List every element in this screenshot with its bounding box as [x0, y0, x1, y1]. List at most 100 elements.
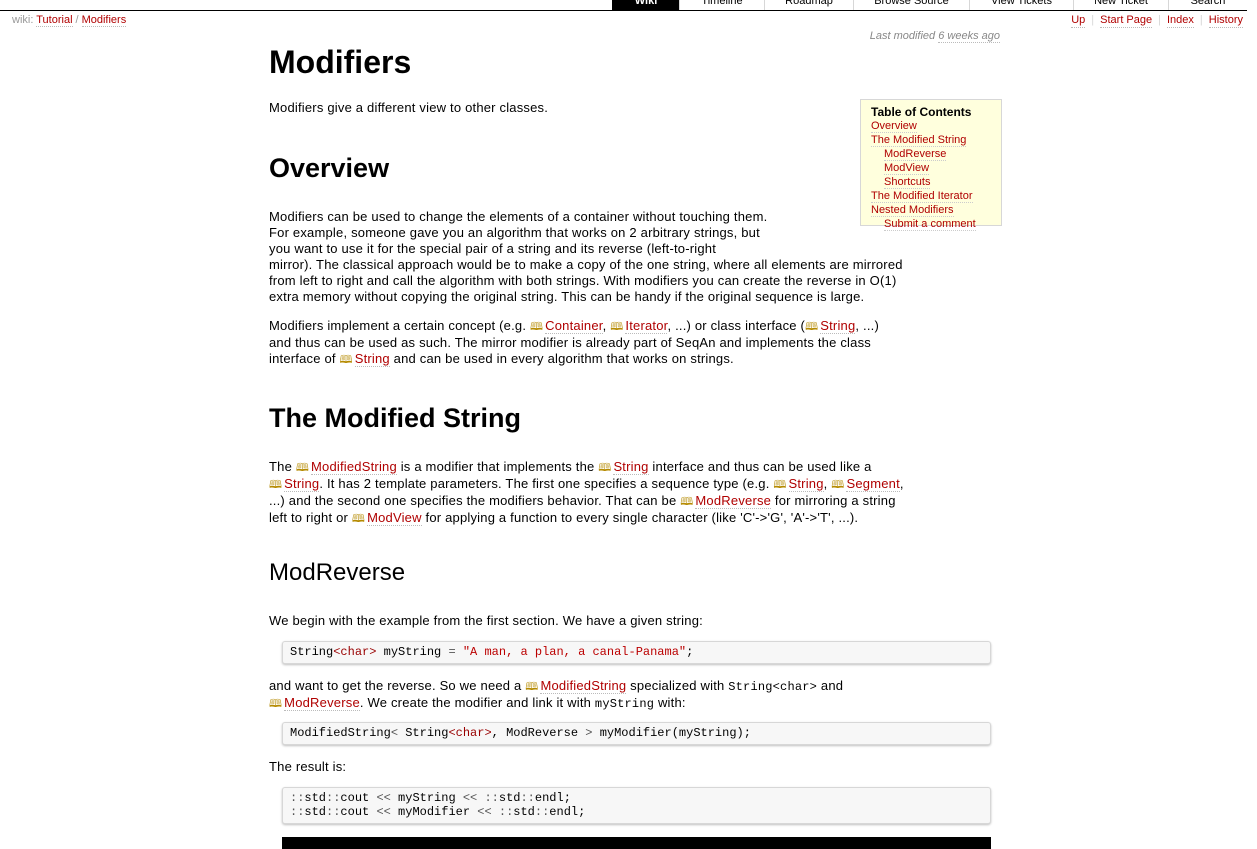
nav-timeline[interactable]: Timeline	[679, 0, 764, 10]
breadcrumb: wiki: Tutorial / Modifiers	[12, 13, 127, 27]
text-line: ...) and the second one specifies the mo…	[269, 493, 1004, 510]
text: . It has 2 template parameters. The firs…	[319, 476, 774, 491]
text: and	[817, 678, 844, 693]
text-line: extra memory without copying the origina…	[269, 289, 865, 304]
doc-book-icon: 🕮	[773, 479, 787, 491]
toc-item-modified-string[interactable]: The Modified String	[871, 134, 967, 147]
code-token: endl;	[534, 791, 571, 805]
code-token: ;	[686, 645, 694, 659]
link-container[interactable]: Container	[545, 318, 603, 334]
link-modreverse[interactable]: ModReverse	[284, 695, 360, 711]
context-navigation: Up | Start Page | Index | History	[1071, 13, 1243, 28]
link-string[interactable]: String	[354, 351, 390, 367]
toc-item-modified-iterator[interactable]: The Modified Iterator	[871, 190, 973, 203]
code-token: >	[484, 726, 492, 740]
text: interface of	[269, 351, 340, 366]
doc-book-icon: 🕮	[598, 462, 612, 474]
ctx-start-page-link[interactable]: Start Page	[1100, 13, 1153, 28]
heading-overview: Overview	[269, 153, 390, 183]
text: ,	[899, 476, 904, 491]
toc-item-shortcuts[interactable]: Shortcuts	[884, 176, 931, 189]
text: , ...)	[855, 318, 880, 333]
ctx-up-link[interactable]: Up	[1071, 13, 1086, 28]
code-token: myString	[390, 791, 463, 805]
last-modified-prefix: Last modified	[869, 30, 936, 42]
link-modview[interactable]: ModView	[367, 510, 422, 526]
code-token: std	[304, 805, 327, 819]
link-string[interactable]: String	[820, 318, 856, 334]
heading-modified-string: The Modified String	[269, 403, 521, 433]
code-token: <	[390, 726, 399, 740]
link-modreverse[interactable]: ModReverse	[695, 493, 772, 509]
code-block-1: String<char> myString = "A man, a plan, …	[282, 641, 991, 664]
breadcrumb-modifiers[interactable]: Modifiers	[81, 14, 127, 27]
inline-code: myString	[594, 697, 655, 711]
last-modified-age-link[interactable]: 6 weeks ago	[938, 30, 1000, 43]
nav-roadmap[interactable]: Roadmap	[764, 0, 853, 10]
link-string[interactable]: String	[284, 476, 320, 492]
modified-string-paragraph: The 🕮 ModifiedString is a modifier that i…	[269, 459, 1004, 527]
ctx-index-link[interactable]: Index	[1166, 13, 1194, 28]
code-token: myModifier	[390, 805, 478, 819]
text: interface and thus can be used like a	[648, 459, 872, 474]
link-modifiedstring[interactable]: ModifiedString	[311, 459, 397, 475]
link-segment[interactable]: Segment	[846, 476, 900, 492]
text-line: For example, someone gave you an algorit…	[269, 225, 760, 240]
text-line: from left to right and call the algorith…	[269, 273, 897, 288]
nav-view-tickets[interactable]: View Tickets	[969, 0, 1073, 10]
text-line: and thus can be used as such. The mirror…	[269, 335, 871, 350]
text-line: left to right or 🕮 ModView for applying a…	[269, 510, 1004, 527]
ctx-history-link[interactable]: History	[1208, 13, 1243, 28]
code-token: =	[448, 645, 456, 659]
code-token: endl;	[549, 805, 586, 819]
breadcrumb-tutorial[interactable]: Tutorial	[36, 14, 73, 27]
code-token: char	[340, 645, 370, 659]
nav-search[interactable]: Search	[1168, 0, 1247, 10]
text: is a modifier that implements the	[396, 459, 599, 474]
doc-book-icon: 🕮	[525, 681, 539, 693]
code-token: std	[498, 791, 521, 805]
link-iterator[interactable]: Iterator	[625, 318, 668, 334]
code-token: ::	[498, 805, 514, 819]
link-string[interactable]: String	[788, 476, 824, 492]
text: and want to get the reverse. So we need …	[269, 678, 526, 693]
link-string[interactable]: String	[613, 459, 649, 475]
code-token: myModifier(myString);	[592, 726, 751, 740]
code-token: std	[304, 791, 327, 805]
doc-book-icon: 🕮	[805, 321, 819, 333]
text-line: and want to get the reverse. So we need …	[269, 678, 1004, 695]
nav-browse-source[interactable]: Browse Source	[853, 0, 969, 10]
code-token: myString	[376, 645, 449, 659]
code-token: ::	[484, 791, 499, 805]
code-token: ::	[290, 805, 305, 819]
toc-item-modview[interactable]: ModView	[884, 162, 930, 175]
doc-book-icon: 🕮	[351, 513, 366, 525]
text-line: you want to use it for the special pair …	[269, 241, 717, 256]
overview-paragraph-2: Modifiers implement a certain concept (e…	[269, 318, 1004, 368]
code-token: <	[448, 726, 456, 740]
text: The	[269, 459, 296, 474]
code-string: "A man, a plan, a canal-Panama"	[462, 645, 687, 659]
code-token: ::	[534, 805, 550, 819]
nav-wiki[interactable]: Wiki	[612, 0, 679, 10]
code-token: >	[585, 726, 593, 740]
doc-book-icon: 🕮	[831, 479, 845, 491]
doc-book-icon: 🕮	[295, 462, 309, 474]
code-token: ModifiedString	[290, 726, 391, 740]
code-token: char	[455, 726, 485, 740]
text: ,	[823, 476, 832, 491]
doc-book-icon: 🕮	[610, 321, 624, 333]
overview-paragraph-1: Modifiers can be used to change the elem…	[269, 209, 1004, 305]
toc-item-overview[interactable]: Overview	[871, 120, 917, 133]
context-bar: wiki: Tutorial / Modifiers Up | Start Page…	[12, 13, 1245, 29]
breadcrumb-prefix: wiki:	[12, 14, 34, 26]
code-block-3: ::std::cout << myString << ::std::endl; …	[282, 787, 991, 824]
doc-book-icon: 🕮	[680, 496, 694, 508]
nav-new-ticket[interactable]: New Ticket	[1073, 0, 1168, 10]
code-token: String	[398, 726, 449, 740]
modreverse-paragraph-1: We begin with the example from the first…	[269, 613, 703, 628]
doc-book-icon: 🕮	[529, 321, 544, 333]
link-modifiedstring[interactable]: ModifiedString	[540, 678, 627, 694]
toc-item-modreverse[interactable]: ModReverse	[884, 148, 947, 161]
